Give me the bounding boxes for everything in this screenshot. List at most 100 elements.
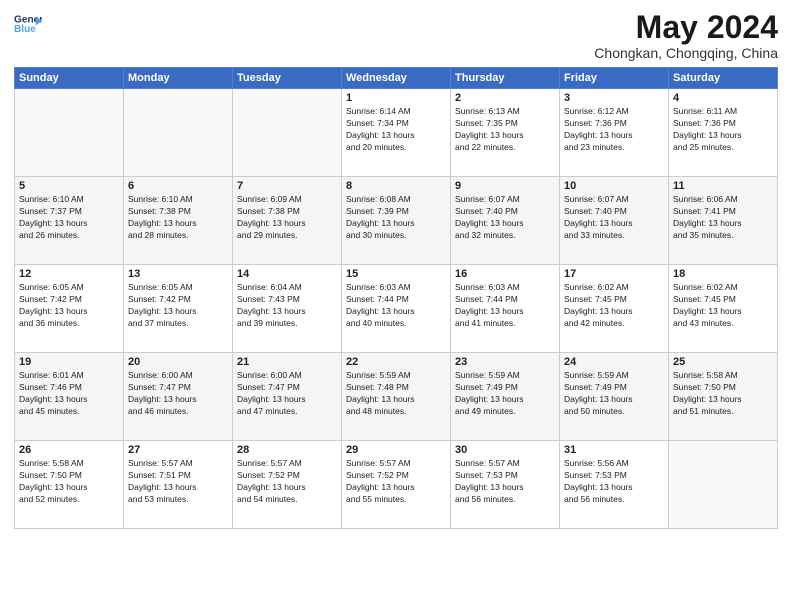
day-info-text: Sunrise: 5:57 AM Sunset: 7:52 PM Dayligh… (237, 458, 337, 506)
month-title: May 2024 (594, 10, 778, 45)
day-number: 3 (564, 92, 664, 104)
day-number: 18 (673, 268, 773, 280)
day-cell-w3-d0: 19 Sunrise: 6:01 AM Sunset: 7:46 PM Dayli… (15, 353, 124, 441)
day-number: 25 (673, 356, 773, 368)
day-number: 30 (455, 444, 555, 456)
day-info-text: Sunrise: 6:06 AM Sunset: 7:41 PM Dayligh… (673, 194, 773, 242)
day-info-text: Sunrise: 6:07 AM Sunset: 7:40 PM Dayligh… (564, 194, 664, 242)
day-number: 9 (455, 180, 555, 192)
day-info-text: Sunrise: 6:07 AM Sunset: 7:40 PM Dayligh… (455, 194, 555, 242)
day-number: 10 (564, 180, 664, 192)
day-cell-w1-d1: 6 Sunrise: 6:10 AM Sunset: 7:38 PM Daylig… (124, 177, 233, 265)
day-cell-w1-d6: 11 Sunrise: 6:06 AM Sunset: 7:41 PM Dayli… (669, 177, 778, 265)
svg-text:Blue: Blue (14, 24, 36, 35)
day-info-text: Sunrise: 6:14 AM Sunset: 7:34 PM Dayligh… (346, 106, 446, 154)
calendar-table: Sunday Monday Tuesday Wednesday Thursday… (14, 67, 778, 529)
day-info-text: Sunrise: 6:10 AM Sunset: 7:38 PM Dayligh… (128, 194, 228, 242)
col-monday: Monday (124, 68, 233, 89)
day-info-text: Sunrise: 6:12 AM Sunset: 7:36 PM Dayligh… (564, 106, 664, 154)
day-info-text: Sunrise: 6:03 AM Sunset: 7:44 PM Dayligh… (455, 282, 555, 330)
title-block: May 2024 Chongkan, Chongqing, China (594, 10, 778, 61)
day-info-text: Sunrise: 6:05 AM Sunset: 7:42 PM Dayligh… (19, 282, 119, 330)
day-cell-w0-d0 (15, 89, 124, 177)
day-cell-w3-d3: 22 Sunrise: 5:59 AM Sunset: 7:48 PM Dayli… (342, 353, 451, 441)
day-info-text: Sunrise: 5:57 AM Sunset: 7:51 PM Dayligh… (128, 458, 228, 506)
day-number: 28 (237, 444, 337, 456)
day-number: 12 (19, 268, 119, 280)
day-cell-w2-d4: 16Sunrise: 6:03 AM Sunset: 7:44 PM Dayli… (451, 265, 560, 353)
day-cell-w0-d6: 4 Sunrise: 6:11 AM Sunset: 7:36 PM Daylig… (669, 89, 778, 177)
day-cell-w3-d1: 20 Sunrise: 6:00 AM Sunset: 7:47 PM Dayli… (124, 353, 233, 441)
day-info-text: Sunrise: 5:57 AM Sunset: 7:52 PM Dayligh… (346, 458, 446, 506)
col-sunday: Sunday (15, 68, 124, 89)
day-cell-w1-d4: 9 Sunrise: 6:07 AM Sunset: 7:40 PM Daylig… (451, 177, 560, 265)
week-row-1: 5 Sunrise: 6:10 AM Sunset: 7:37 PM Daylig… (15, 177, 778, 265)
day-info-text: Sunrise: 5:59 AM Sunset: 7:49 PM Dayligh… (564, 370, 664, 418)
day-cell-w2-d0: 12 Sunrise: 6:05 AM Sunset: 7:42 PM Dayli… (15, 265, 124, 353)
day-info-text: Sunrise: 6:03 AM Sunset: 7:44 PM Dayligh… (346, 282, 446, 330)
day-number: 24 (564, 356, 664, 368)
day-cell-w0-d4: 2Sunrise: 6:13 AM Sunset: 7:35 PM Daylig… (451, 89, 560, 177)
day-info-text: Sunrise: 6:08 AM Sunset: 7:39 PM Dayligh… (346, 194, 446, 242)
day-number: 17 (564, 268, 664, 280)
week-row-3: 19 Sunrise: 6:01 AM Sunset: 7:46 PM Dayli… (15, 353, 778, 441)
day-number: 13 (128, 268, 228, 280)
day-cell-w0-d1 (124, 89, 233, 177)
col-tuesday: Tuesday (233, 68, 342, 89)
location: Chongkan, Chongqing, China (594, 45, 778, 61)
day-info-text: Sunrise: 6:02 AM Sunset: 7:45 PM Dayligh… (564, 282, 664, 330)
day-info-text: Sunrise: 6:00 AM Sunset: 7:47 PM Dayligh… (128, 370, 228, 418)
day-number: 1 (346, 92, 446, 104)
day-number: 29 (346, 444, 446, 456)
day-info-text: Sunrise: 6:11 AM Sunset: 7:36 PM Dayligh… (673, 106, 773, 154)
calendar-header-row: Sunday Monday Tuesday Wednesday Thursday… (15, 68, 778, 89)
week-row-0: 1 Sunrise: 6:14 AM Sunset: 7:34 PM Daylig… (15, 89, 778, 177)
week-row-4: 26Sunrise: 5:58 AM Sunset: 7:50 PM Dayli… (15, 441, 778, 529)
day-cell-w4-d1: 27 Sunrise: 5:57 AM Sunset: 7:51 PM Dayli… (124, 441, 233, 529)
day-number: 7 (237, 180, 337, 192)
day-info-text: Sunrise: 5:59 AM Sunset: 7:49 PM Dayligh… (455, 370, 555, 418)
day-info-text: Sunrise: 6:09 AM Sunset: 7:38 PM Dayligh… (237, 194, 337, 242)
day-info-text: Sunrise: 6:01 AM Sunset: 7:46 PM Dayligh… (19, 370, 119, 418)
day-cell-w3-d2: 21Sunrise: 6:00 AM Sunset: 7:47 PM Dayli… (233, 353, 342, 441)
day-info-text: Sunrise: 5:59 AM Sunset: 7:48 PM Dayligh… (346, 370, 446, 418)
day-info-text: Sunrise: 6:02 AM Sunset: 7:45 PM Dayligh… (673, 282, 773, 330)
week-row-2: 12 Sunrise: 6:05 AM Sunset: 7:42 PM Dayli… (15, 265, 778, 353)
day-cell-w2-d1: 13Sunrise: 6:05 AM Sunset: 7:42 PM Dayli… (124, 265, 233, 353)
day-number: 22 (346, 356, 446, 368)
day-cell-w2-d5: 17 Sunrise: 6:02 AM Sunset: 7:45 PM Dayli… (560, 265, 669, 353)
day-number: 31 (564, 444, 664, 456)
day-number: 23 (455, 356, 555, 368)
col-friday: Friday (560, 68, 669, 89)
day-info-text: Sunrise: 6:10 AM Sunset: 7:37 PM Dayligh… (19, 194, 119, 242)
day-number: 4 (673, 92, 773, 104)
col-wednesday: Wednesday (342, 68, 451, 89)
page: General Blue May 2024 Chongkan, Chongqin… (0, 0, 792, 612)
col-thursday: Thursday (451, 68, 560, 89)
day-number: 27 (128, 444, 228, 456)
col-saturday: Saturday (669, 68, 778, 89)
day-cell-w2-d3: 15Sunrise: 6:03 AM Sunset: 7:44 PM Dayli… (342, 265, 451, 353)
day-info-text: Sunrise: 5:57 AM Sunset: 7:53 PM Dayligh… (455, 458, 555, 506)
day-cell-w4-d6 (669, 441, 778, 529)
day-cell-w4-d0: 26Sunrise: 5:58 AM Sunset: 7:50 PM Dayli… (15, 441, 124, 529)
day-info-text: Sunrise: 5:58 AM Sunset: 7:50 PM Dayligh… (673, 370, 773, 418)
day-number: 14 (237, 268, 337, 280)
day-cell-w1-d3: 8 Sunrise: 6:08 AM Sunset: 7:39 PM Daylig… (342, 177, 451, 265)
day-cell-w4-d2: 28 Sunrise: 5:57 AM Sunset: 7:52 PM Dayli… (233, 441, 342, 529)
day-number: 5 (19, 180, 119, 192)
logo-icon: General Blue (14, 10, 42, 38)
day-cell-w2-d2: 14 Sunrise: 6:04 AM Sunset: 7:43 PM Dayli… (233, 265, 342, 353)
day-info-text: Sunrise: 6:04 AM Sunset: 7:43 PM Dayligh… (237, 282, 337, 330)
day-cell-w4-d3: 29 Sunrise: 5:57 AM Sunset: 7:52 PM Dayli… (342, 441, 451, 529)
day-number: 11 (673, 180, 773, 192)
day-info-text: Sunrise: 5:58 AM Sunset: 7:50 PM Dayligh… (19, 458, 119, 506)
day-cell-w1-d5: 10 Sunrise: 6:07 AM Sunset: 7:40 PM Dayli… (560, 177, 669, 265)
day-cell-w1-d2: 7 Sunrise: 6:09 AM Sunset: 7:38 PM Daylig… (233, 177, 342, 265)
day-number: 8 (346, 180, 446, 192)
day-number: 6 (128, 180, 228, 192)
day-number: 20 (128, 356, 228, 368)
day-cell-w0-d5: 3 Sunrise: 6:12 AM Sunset: 7:36 PM Daylig… (560, 89, 669, 177)
day-cell-w1-d0: 5 Sunrise: 6:10 AM Sunset: 7:37 PM Daylig… (15, 177, 124, 265)
day-number: 19 (19, 356, 119, 368)
